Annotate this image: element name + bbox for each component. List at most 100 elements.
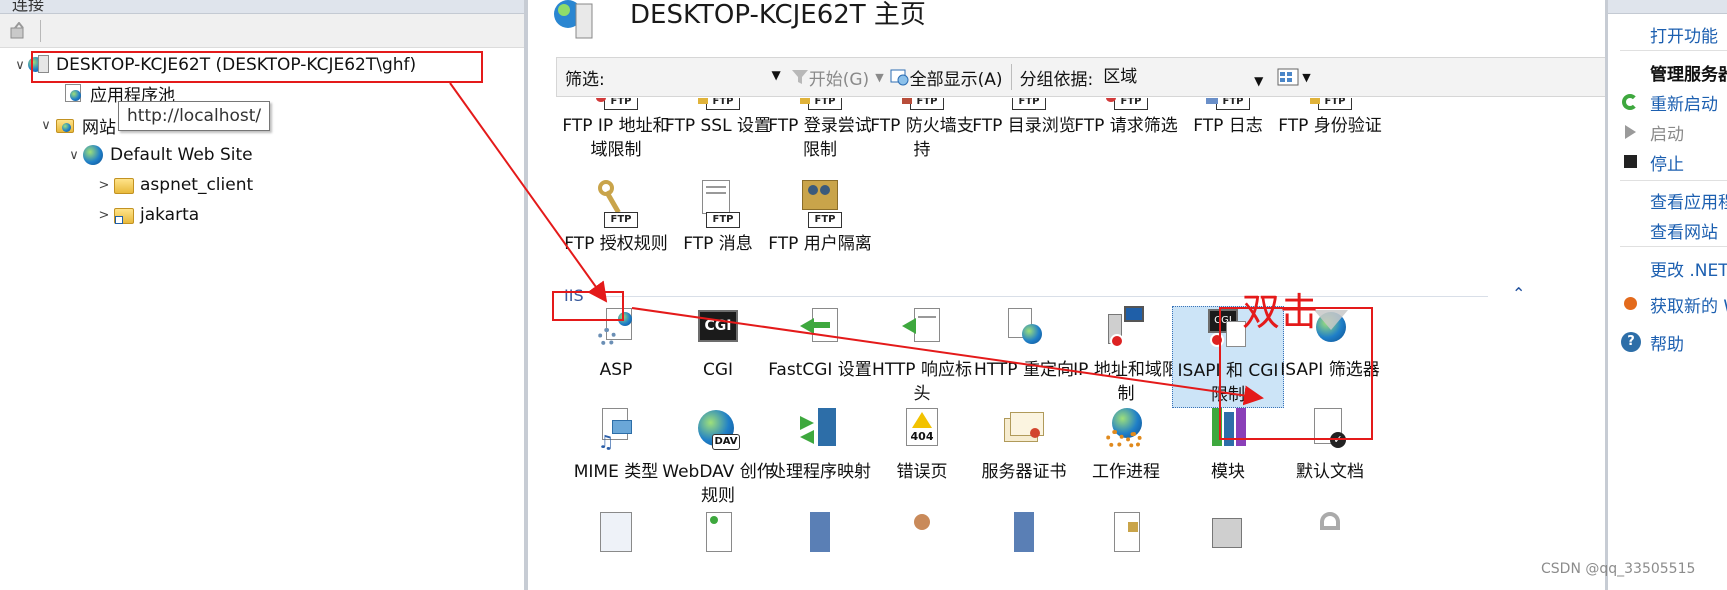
feature-server-certificates[interactable]: 服务器证书 bbox=[968, 408, 1080, 484]
action-get-new-components[interactable]: 获取新的 Web 平台组件 bbox=[1608, 292, 1727, 317]
tree-node-jakarta[interactable]: > jakarta bbox=[96, 202, 200, 228]
worker-process-icon bbox=[1102, 408, 1150, 456]
ftp-logon-icon: FTP bbox=[796, 98, 844, 110]
help-icon: ? bbox=[1620, 332, 1642, 352]
feature-row3-item[interactable] bbox=[1070, 508, 1182, 560]
tree-node-aspnet-client[interactable]: > aspnet_client bbox=[96, 172, 254, 198]
funnel-icon bbox=[791, 70, 808, 84]
feature-fastcgi[interactable]: FastCGI 设置 bbox=[764, 306, 876, 382]
action-help[interactable]: ? 帮助 bbox=[1608, 330, 1684, 355]
show-all-button[interactable]: 全部显示(A) bbox=[890, 65, 1003, 90]
stop-icon bbox=[1620, 152, 1642, 172]
jakarta-label: jakarta bbox=[140, 205, 200, 225]
feature-worker-processes[interactable]: 工作进程 bbox=[1070, 408, 1182, 484]
feature-ftp-logon-attempts[interactable]: FTP FTP 登录尝试限制 bbox=[764, 98, 876, 162]
start-filter-button[interactable]: 开始(G) ▼ bbox=[791, 65, 884, 90]
collapse-group-icon[interactable]: ⌃ bbox=[1512, 284, 1525, 303]
manage-server-heading: 管理服务器 bbox=[1650, 64, 1727, 85]
url-tooltip: http://localhost/ bbox=[118, 101, 271, 131]
ftp-firewall-icon: FTP bbox=[898, 98, 946, 110]
connect-icon[interactable] bbox=[9, 22, 27, 40]
feature-ftp-request-filtering[interactable]: FTP FTP 请求筛选 bbox=[1070, 98, 1182, 138]
dropdown-arrow-icon[interactable]: ▼ bbox=[1254, 68, 1263, 94]
feature-row3-item[interactable] bbox=[764, 508, 876, 560]
list-icon bbox=[694, 508, 742, 556]
page-title: DESKTOP-KCJE62T 主页 bbox=[630, 0, 926, 30]
server-cluster-icon bbox=[1204, 508, 1252, 556]
feature-row3-item[interactable] bbox=[560, 508, 672, 560]
feature-ftp-messages[interactable]: FTP FTP 消息 bbox=[662, 180, 774, 256]
expand-chevron-icon[interactable]: > bbox=[96, 178, 112, 193]
feature-row3-item[interactable] bbox=[662, 508, 774, 560]
error-page-icon: 404 bbox=[898, 408, 946, 456]
feature-cgi[interactable]: CGI CGI bbox=[662, 306, 774, 382]
feature-row3-item[interactable] bbox=[1172, 508, 1284, 560]
connections-caption: 连接 bbox=[0, 0, 528, 14]
feature-row3-item[interactable] bbox=[866, 508, 978, 560]
app-pools-icon bbox=[62, 83, 84, 103]
show-all-icon bbox=[890, 69, 909, 86]
toolbar-separator bbox=[1010, 64, 1012, 90]
dropdown-arrow-icon[interactable]: ▼ bbox=[772, 68, 781, 82]
user-icon bbox=[898, 508, 946, 556]
feature-ftp-ssl[interactable]: FTP FTP SSL 设置 bbox=[662, 98, 774, 138]
feature-row3-item[interactable] bbox=[968, 508, 1080, 560]
ftp-users-icon: FTP bbox=[796, 180, 844, 228]
sites-label: 网站 bbox=[82, 117, 116, 138]
action-view-app-pools[interactable]: 查看应用程序池 bbox=[1608, 188, 1727, 213]
action-restart[interactable]: 重新启动 bbox=[1608, 90, 1718, 115]
feature-ftp-ip-restrictions[interactable]: FTP FTP IP 地址和域限制 bbox=[560, 98, 672, 162]
actions-pane: 打开功能 管理服务器 重新启动 启动 停止 查看应用程序池 查看网站 更改 .N… bbox=[1605, 0, 1727, 590]
group-by-select[interactable]: 区域 ▼ bbox=[1097, 64, 1267, 90]
orange-dot-icon bbox=[1620, 294, 1642, 314]
filter-toolbar: 筛选: ▼ 开始(G) ▼ 全部显示(A) 分组依据: 区域 ▼ ▼ bbox=[556, 57, 1616, 97]
features-view: FTP FTP IP 地址和域限制 FTP FTP SSL 设置 FTP FTP… bbox=[556, 98, 1602, 590]
ftp-auth-icon: FTP bbox=[1306, 98, 1354, 110]
tree-node-sites[interactable]: ∨ 网站 bbox=[38, 112, 116, 138]
feature-ftp-authorization-rules[interactable]: FTP FTP 授权规则 bbox=[560, 180, 672, 256]
mime-icon: ♫ bbox=[592, 408, 640, 456]
expand-chevron-icon[interactable]: > bbox=[96, 208, 112, 223]
feature-webdav[interactable]: DAV WebDAV 创作规则 bbox=[662, 408, 774, 508]
annotation-box-iis bbox=[552, 291, 624, 321]
ftp-message-icon: FTP bbox=[694, 180, 742, 228]
feature-ftp-authentication[interactable]: FTP FTP 身份验证 bbox=[1274, 98, 1386, 138]
action-stop[interactable]: 停止 bbox=[1608, 150, 1684, 175]
cgi-icon: CGI bbox=[694, 306, 742, 354]
filter-input[interactable]: ▼ bbox=[609, 64, 783, 90]
key-icon: FTP bbox=[592, 180, 640, 228]
feature-ip-domain-restrictions[interactable]: IP 地址和域限制 bbox=[1070, 306, 1182, 406]
feature-ftp-user-isolation[interactable]: FTP FTP 用户隔离 bbox=[764, 180, 876, 256]
feature-mime-types[interactable]: ♫ MIME 类型 bbox=[560, 408, 672, 484]
features-pane: DESKTOP-KCJE62T 主页 筛选: ▼ 开始(G) ▼ 全部显示(A)… bbox=[528, 0, 1616, 590]
filter-label: 筛选: bbox=[565, 69, 605, 90]
annotation-box-server bbox=[31, 51, 483, 83]
action-change-net-version[interactable]: 更改 .NET Framework 版本 bbox=[1608, 256, 1727, 281]
feature-ftp-firewall[interactable]: FTP FTP 防火墙支持 bbox=[866, 98, 978, 162]
folder-icon bbox=[112, 175, 134, 195]
collapse-chevron-icon[interactable]: ∨ bbox=[12, 58, 28, 73]
collapse-chevron-icon[interactable]: ∨ bbox=[38, 118, 54, 133]
feature-http-response-headers[interactable]: HTTP 响应标头 bbox=[866, 306, 978, 406]
actions-caption bbox=[1608, 0, 1727, 14]
feature-handler-mappings[interactable]: 处理程序映射 bbox=[764, 408, 876, 484]
action-view-sites[interactable]: 查看网站 bbox=[1608, 218, 1718, 243]
collapse-chevron-icon[interactable]: ∨ bbox=[66, 148, 82, 163]
feature-ftp-directory-browsing[interactable]: FTP FTP 目录浏览 bbox=[968, 98, 1080, 138]
feature-http-redirect[interactable]: HTTP 重定向 bbox=[968, 306, 1080, 382]
view-grid-icon bbox=[1277, 68, 1299, 86]
feature-ftp-logging[interactable]: FTP FTP 日志 bbox=[1172, 98, 1284, 138]
ftp-ssl-icon: FTP bbox=[694, 98, 742, 110]
annotation-double-click: 双击 bbox=[1242, 290, 1319, 334]
feature-row3-item[interactable] bbox=[1274, 508, 1386, 560]
document-icon bbox=[592, 508, 640, 556]
action-open-feature[interactable]: 打开功能 bbox=[1608, 22, 1718, 47]
handler-mappings-icon bbox=[796, 408, 844, 456]
view-mode-button[interactable]: ▼ bbox=[1277, 68, 1311, 86]
feature-error-pages[interactable]: 404 错误页 bbox=[866, 408, 978, 484]
connections-pane: 连接 ∨ DESKTOP-KCJE62T (DESKTOP-KCJE62T\gh… bbox=[0, 0, 528, 590]
tree-node-default-site[interactable]: ∨ Default Web Site bbox=[66, 142, 253, 168]
group-divider bbox=[606, 296, 1488, 297]
action-start[interactable]: 启动 bbox=[1608, 120, 1684, 145]
ftp-directory-icon: FTP bbox=[1000, 98, 1048, 110]
